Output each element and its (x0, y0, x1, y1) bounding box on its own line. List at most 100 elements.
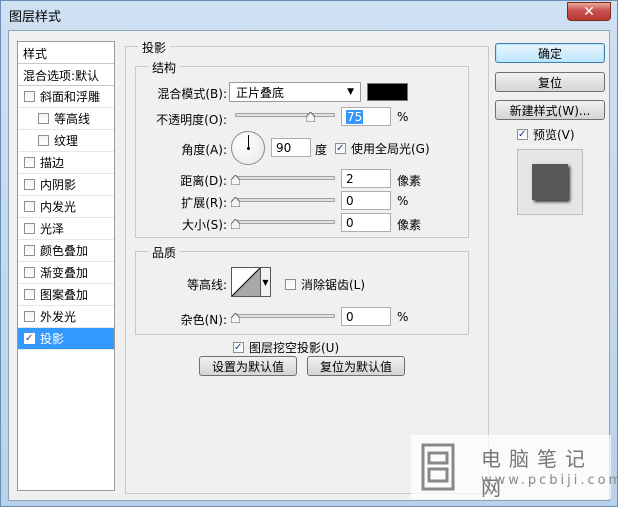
contour-dropdown-button[interactable]: ▼ (261, 267, 271, 297)
style-item[interactable]: 描边 (18, 152, 114, 174)
dialog-client: 样式 混合选项:默认 斜面和浮雕等高线纹理描边内阴影内发光光泽颜色叠加渐变叠加图… (8, 30, 618, 501)
style-item[interactable]: 内发光 (18, 196, 114, 218)
watermark-text: 电脑笔记网 (481, 447, 593, 500)
global-light-checkbox[interactable]: 使用全局光(G) (335, 138, 430, 158)
styles-header[interactable]: 样式 (18, 42, 114, 64)
spread-slider-track[interactable] (235, 198, 335, 202)
opacity-label: 不透明度(O): (156, 113, 227, 127)
style-item[interactable]: 斜面和浮雕 (18, 86, 114, 108)
style-item-label: 纹理 (54, 134, 79, 148)
distance-unit: 像素 (397, 174, 422, 188)
size-slider-thumb[interactable] (231, 219, 240, 229)
knockout-checkbox[interactable]: 图层挖空投影(U) (233, 337, 339, 357)
style-item-checkbox[interactable] (24, 223, 35, 234)
reset-default-button[interactable]: 复位为默认值 (307, 356, 405, 376)
style-item-label: 颜色叠加 (40, 244, 89, 258)
contour-picker[interactable] (231, 267, 261, 297)
opacity-unit: % (397, 110, 409, 124)
contour-linear-icon (231, 267, 261, 297)
noise-unit: % (397, 310, 409, 324)
reset-button[interactable]: 复位 (495, 72, 605, 92)
noise-value: 0 (346, 309, 354, 324)
make-default-button[interactable]: 设置为默认值 (199, 356, 297, 376)
noise-slider-thumb[interactable] (231, 313, 240, 323)
opacity-slider-thumb[interactable] (306, 112, 315, 122)
opacity-input[interactable]: 75 (341, 107, 391, 126)
size-value: 0 (346, 215, 354, 230)
angle-label: 角度(A): (181, 143, 227, 157)
site-logo-icon (421, 443, 455, 491)
angle-dial[interactable] (231, 131, 265, 165)
size-input[interactable]: 0 (341, 213, 391, 232)
style-item-checkbox[interactable] (24, 245, 35, 256)
size-unit: 像素 (397, 218, 422, 232)
opacity-value: 75 (346, 109, 364, 124)
distance-input[interactable]: 2 (341, 169, 391, 188)
preview-swatch (532, 164, 568, 200)
chevron-down-icon: ▼ (262, 277, 269, 287)
style-items: 斜面和浮雕等高线纹理描边内阴影内发光光泽颜色叠加渐变叠加图案叠加外发光投影 (18, 86, 114, 350)
spread-input[interactable]: 0 (341, 191, 391, 210)
distance-slider-track[interactable] (235, 176, 335, 180)
blend-mode-dropdown[interactable]: 正片叠底 ▼ (229, 82, 361, 102)
style-item[interactable]: 内阴影 (18, 174, 114, 196)
anti-alias-label: 消除锯齿(L) (301, 277, 366, 292)
chevron-down-icon: ▼ (347, 87, 354, 97)
knockout-label: 图层挖空投影(U) (249, 340, 340, 355)
window-title: 图层样式 (9, 10, 62, 25)
preview-checkbox[interactable]: 预览(V) (517, 124, 575, 144)
style-item-checkbox[interactable] (38, 113, 49, 124)
noise-label: 杂色(N): (180, 313, 227, 327)
style-item-label: 描边 (40, 156, 65, 170)
ok-button[interactable]: 确定 (495, 43, 605, 63)
anti-alias-check[interactable] (285, 278, 296, 290)
style-item-label: 内发光 (40, 200, 77, 214)
noise-slider-track[interactable] (235, 314, 335, 318)
style-item-checkbox[interactable] (38, 135, 49, 146)
style-item-checkbox[interactable] (24, 311, 35, 322)
style-item[interactable]: 图案叠加 (18, 284, 114, 306)
global-light-label: 使用全局光(G) (351, 141, 430, 156)
style-item[interactable]: 颜色叠加 (18, 240, 114, 262)
styles-list: 样式 混合选项:默认 斜面和浮雕等高线纹理描边内阴影内发光光泽颜色叠加渐变叠加图… (17, 41, 115, 491)
size-slider-track[interactable] (235, 220, 335, 224)
style-item[interactable]: 渐变叠加 (18, 262, 114, 284)
style-item[interactable]: 纹理 (18, 130, 114, 152)
shadow-color-swatch[interactable] (367, 83, 408, 101)
preview-check[interactable] (517, 128, 528, 140)
distance-slider-thumb[interactable] (231, 175, 240, 185)
style-item-label: 等高线 (54, 112, 91, 126)
noise-input[interactable]: 0 (341, 307, 391, 326)
distance-value: 2 (346, 171, 354, 186)
structure-title: 结构 (148, 59, 181, 76)
style-item[interactable]: 等高线 (18, 108, 114, 130)
style-item-checkbox[interactable] (24, 289, 35, 300)
style-item-label: 渐变叠加 (40, 266, 89, 280)
style-item[interactable]: 投影 (18, 328, 114, 350)
style-item-checkbox[interactable] (24, 157, 35, 168)
angle-input[interactable]: 90 (271, 138, 311, 157)
style-item-checkbox[interactable] (24, 201, 35, 212)
global-light-check[interactable] (335, 142, 346, 154)
opacity-slider-track[interactable] (235, 113, 335, 117)
style-item-checkbox[interactable] (24, 179, 35, 190)
style-item[interactable]: 外发光 (18, 306, 114, 328)
drop-shadow-title: 投影 (138, 39, 171, 56)
anti-alias-checkbox[interactable]: 消除锯齿(L) (285, 274, 365, 294)
style-item-label: 光泽 (40, 222, 65, 236)
size-label: 大小(S): (181, 218, 227, 232)
blend-options-item[interactable]: 混合选项:默认 (18, 64, 114, 86)
new-style-button[interactable]: 新建样式(W)... (495, 100, 605, 120)
style-item[interactable]: 光泽 (18, 218, 114, 240)
style-item-checkbox[interactable] (24, 333, 35, 344)
style-item-checkbox[interactable] (24, 267, 35, 278)
spread-slider-thumb[interactable] (231, 197, 240, 207)
title-bar: 图层样式 ✕ (1, 1, 617, 29)
style-item-label: 外发光 (40, 310, 77, 324)
preview-label: 预览(V) (533, 127, 575, 142)
site-watermark: 电脑笔记网 www.pcbiji.com (411, 435, 618, 500)
close-button[interactable]: ✕ (567, 2, 611, 21)
style-item-label: 投影 (40, 332, 65, 346)
style-item-checkbox[interactable] (24, 91, 35, 102)
knockout-check[interactable] (233, 341, 244, 353)
